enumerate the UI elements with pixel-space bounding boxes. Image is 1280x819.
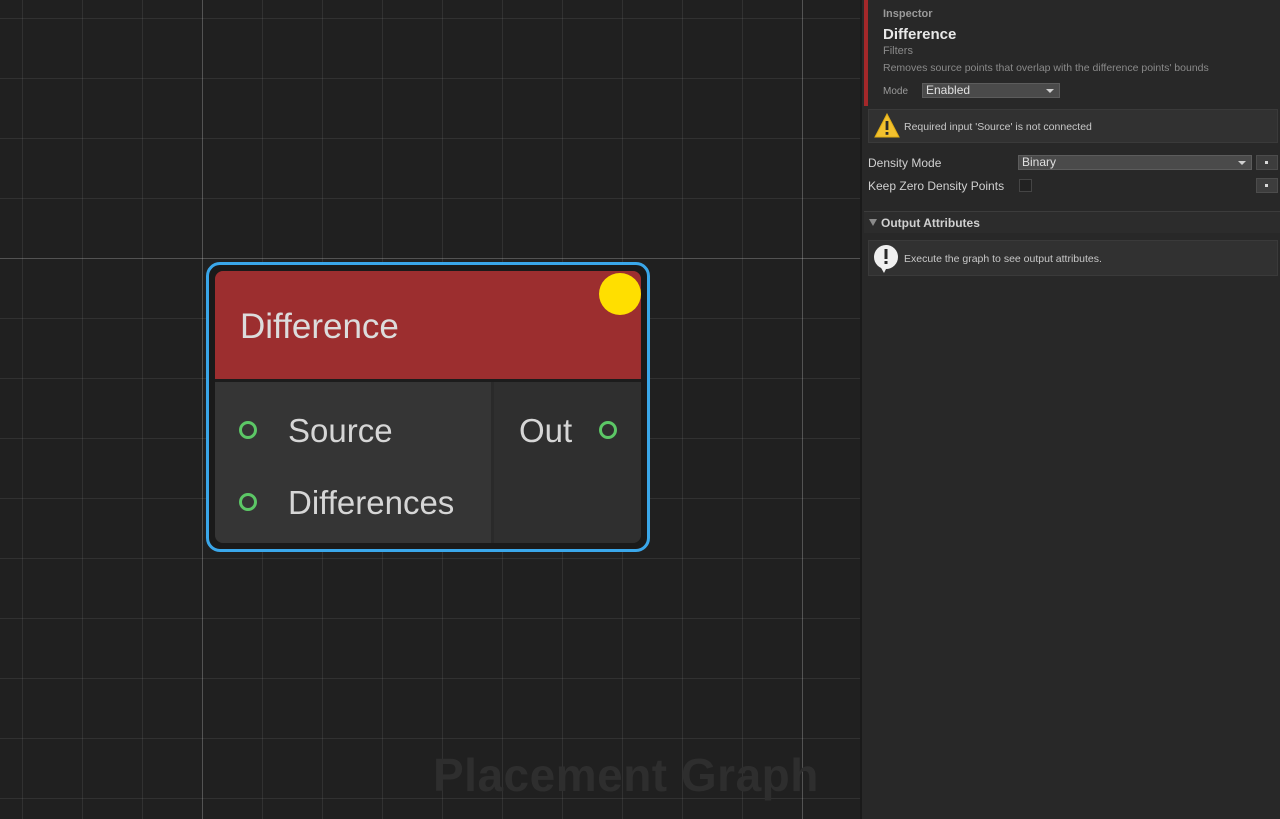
mode-dropdown[interactable]: Enabled: [922, 83, 1060, 98]
chevron-down-icon: [1238, 161, 1246, 165]
inspector-label: Inspector: [883, 8, 933, 20]
warning-message: Required input 'Source' is not connected: [868, 109, 1278, 143]
info-message: Execute the graph to see output attribut…: [868, 240, 1278, 276]
node-body: Difference Source Differences Out: [215, 271, 641, 543]
source-pin-label: Source: [288, 412, 393, 449]
node-title: Difference: [240, 307, 399, 346]
density-mode-override-button[interactable]: [1256, 155, 1278, 170]
node-status-indicator: [599, 273, 641, 315]
inspector-node-title: Difference: [883, 26, 957, 43]
info-icon: [874, 245, 898, 273]
out-pin-label: Out: [519, 412, 573, 449]
output-attributes-section-header[interactable]: Output Attributes: [864, 211, 1280, 233]
mode-value: Enabled: [926, 83, 971, 97]
density-mode-dropdown[interactable]: Binary: [1018, 155, 1252, 170]
warning-icon: [874, 113, 900, 138]
output-attributes-title: Output Attributes: [881, 216, 980, 230]
triangle-down-icon: [869, 219, 877, 226]
differences-pin-label: Differences: [288, 484, 455, 521]
grid-line: [802, 0, 803, 819]
warning-text: Required input 'Source' is not connected: [904, 121, 1092, 133]
density-mode-label: Density Mode: [868, 156, 942, 170]
info-text: Execute the graph to see output attribut…: [904, 253, 1102, 265]
node-header[interactable]: Difference: [215, 271, 641, 382]
inspector-header: Inspector Difference Filters Removes sou…: [864, 0, 1280, 106]
node-outputs-panel: Out: [494, 382, 641, 543]
density-mode-value: Binary: [1022, 155, 1057, 169]
keep-zero-override-button[interactable]: [1256, 178, 1278, 193]
grid-line: [0, 258, 860, 259]
chevron-down-icon: [1046, 89, 1054, 93]
difference-node[interactable]: Difference Source Differences Out: [206, 262, 650, 552]
graph-canvas[interactable]: Placement Graph Difference Source Differ…: [0, 0, 860, 819]
keep-zero-density-label: Keep Zero Density Points: [868, 179, 1005, 193]
inspector-panel: Inspector Difference Filters Removes sou…: [860, 0, 1280, 819]
grid-line: [202, 0, 203, 819]
differences-input-pin[interactable]: [239, 493, 257, 511]
node-inputs-panel: Source Differences: [215, 382, 491, 543]
mode-label: Mode: [883, 86, 909, 97]
keep-zero-density-checkbox[interactable]: [1019, 179, 1032, 192]
source-input-pin[interactable]: [239, 421, 257, 439]
inspector-category: Filters: [883, 45, 913, 57]
graph-watermark: Placement Graph: [433, 749, 819, 801]
out-output-pin[interactable]: [599, 421, 617, 439]
inspector-description: Removes source points that overlap with …: [883, 62, 1209, 74]
